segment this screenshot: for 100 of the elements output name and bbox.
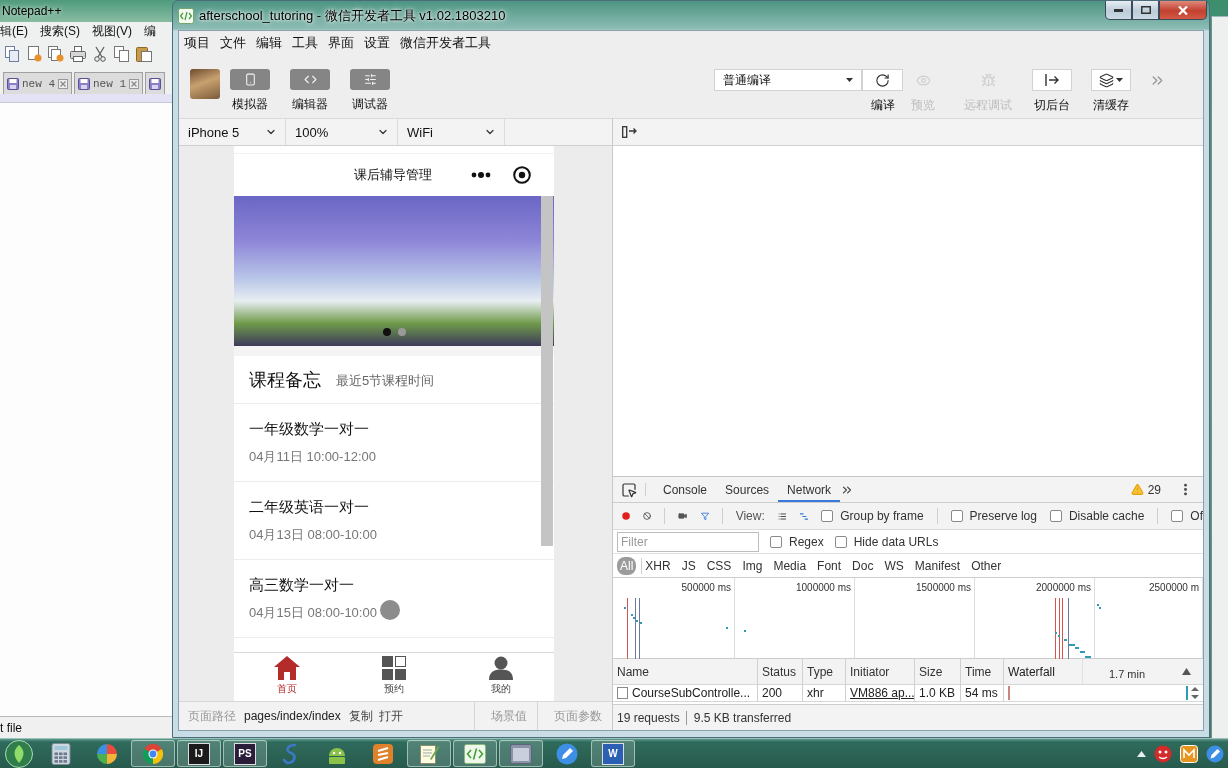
arrow-from-line-button[interactable] bbox=[1032, 69, 1072, 91]
column-header[interactable]: Waterfall bbox=[1008, 664, 1055, 679]
checkbox-option[interactable]: Regex bbox=[770, 534, 824, 549]
record-icon[interactable] bbox=[622, 509, 631, 523]
type-filter[interactable]: Manifest bbox=[911, 556, 964, 575]
column-header[interactable]: Initiator bbox=[845, 659, 914, 684]
menu-item[interactable]: 设置 bbox=[359, 34, 395, 52]
device-select[interactable]: 100% bbox=[286, 119, 398, 145]
type-filter[interactable]: Media bbox=[770, 556, 810, 575]
avatar-placeholder[interactable] bbox=[190, 69, 220, 99]
type-filter[interactable]: Doc bbox=[849, 556, 877, 575]
menu-item[interactable]: 搜索(S) bbox=[40, 22, 80, 40]
checkbox[interactable] bbox=[834, 535, 847, 548]
menu-item[interactable]: 编 bbox=[144, 22, 156, 40]
tab-bar-item[interactable]: 预约 bbox=[340, 653, 448, 701]
circle-dot-icon[interactable] bbox=[513, 166, 531, 184]
menu-item[interactable]: 文件 bbox=[215, 34, 251, 52]
table-row[interactable]: CourseSubControlle... 200 xhr VM886 ap... 1.0 KB 54 ms bbox=[613, 685, 1203, 702]
type-filter[interactable]: Img bbox=[739, 556, 766, 575]
file-close-icon[interactable] bbox=[26, 46, 42, 62]
toolbar-button[interactable] bbox=[230, 69, 270, 90]
column-header[interactable]: Name bbox=[613, 659, 757, 684]
warning-count[interactable]: 29 bbox=[1147, 482, 1161, 497]
pen-icon[interactable] bbox=[1206, 744, 1224, 763]
menu-item[interactable]: 项目 bbox=[179, 34, 215, 52]
type-filter[interactable]: CSS bbox=[703, 556, 735, 575]
devtools-tab[interactable]: Sources bbox=[716, 477, 779, 502]
checkbox[interactable] bbox=[1171, 510, 1184, 522]
files-close-icon[interactable] bbox=[48, 46, 64, 62]
maximize-button[interactable] bbox=[1132, 1, 1159, 20]
close-icon[interactable] bbox=[129, 78, 140, 89]
device-select[interactable]: iPhone 5 bbox=[179, 119, 286, 145]
taskbar-button[interactable]: PS bbox=[223, 740, 267, 767]
tab-bar-item[interactable]: 首页 bbox=[234, 653, 341, 701]
copy-icon[interactable] bbox=[114, 46, 130, 62]
checkbox-option[interactable]: Disable cache bbox=[1049, 509, 1145, 523]
taskbar-button[interactable]: W bbox=[591, 740, 635, 767]
taskbar-button[interactable] bbox=[453, 740, 497, 767]
column-header[interactable]: Size bbox=[914, 659, 960, 684]
editor-tab[interactable]: new 4 bbox=[3, 72, 72, 94]
status-link[interactable]: 打开 bbox=[378, 707, 403, 725]
checkbox[interactable] bbox=[1049, 510, 1062, 522]
toolbar-button[interactable] bbox=[350, 69, 390, 90]
type-filter[interactable]: Other bbox=[968, 556, 1005, 575]
close-button[interactable] bbox=[1159, 1, 1207, 20]
printer-icon[interactable] bbox=[70, 46, 86, 62]
swiper-dot-icon[interactable] bbox=[397, 328, 406, 336]
close-icon[interactable] bbox=[58, 78, 68, 89]
menu-item[interactable]: 微信开发者工具 bbox=[395, 34, 496, 52]
checkbox[interactable] bbox=[821, 510, 834, 522]
checkbox[interactable] bbox=[950, 510, 963, 522]
checkbox-option[interactable]: Group by frame bbox=[821, 509, 924, 523]
panel-arrow-icon[interactable] bbox=[622, 126, 637, 138]
taskbar-button[interactable] bbox=[499, 740, 543, 767]
clipboard-icon[interactable] bbox=[136, 46, 152, 62]
tray-arrow-icon[interactable] bbox=[1137, 750, 1146, 757]
initiator-link[interactable]: VM886 ap... bbox=[845, 685, 914, 701]
status-link[interactable]: 复制 bbox=[348, 707, 373, 725]
clear-icon[interactable] bbox=[643, 509, 652, 523]
taskbar-button[interactable]: IJ bbox=[177, 740, 221, 767]
type-filter[interactable]: XHR bbox=[642, 556, 674, 575]
type-filter[interactable]: JS bbox=[678, 556, 699, 575]
taskbar-button[interactable] bbox=[407, 740, 451, 767]
devtools-tab[interactable]: Console bbox=[654, 477, 717, 502]
start-icon[interactable] bbox=[5, 739, 33, 768]
waterfall-icon[interactable] bbox=[799, 510, 809, 522]
toolbar-button[interactable] bbox=[290, 69, 330, 90]
menu-item[interactable]: 界面 bbox=[323, 34, 359, 52]
refresh-button[interactable] bbox=[862, 69, 903, 91]
menu-item[interactable]: 辑(E) bbox=[0, 22, 28, 40]
scissors-icon[interactable] bbox=[92, 46, 108, 62]
column-header[interactable]: Type bbox=[802, 659, 845, 684]
sort-up-icon[interactable] bbox=[1182, 668, 1191, 675]
editor-tab[interactable]: new 1 bbox=[74, 72, 144, 94]
files-icon[interactable] bbox=[4, 46, 20, 62]
filter-input[interactable]: Filter bbox=[617, 531, 759, 552]
swiper-dot-icon[interactable] bbox=[382, 328, 391, 336]
checkbox-option[interactable]: Of bbox=[1171, 509, 1203, 523]
more-dots-icon[interactable] bbox=[471, 172, 491, 178]
face-icon[interactable] bbox=[1154, 744, 1172, 763]
tab-bar-item[interactable]: 我的 bbox=[447, 653, 554, 701]
column-header[interactable]: Time bbox=[960, 659, 1003, 684]
compile-mode-select[interactable]: 普通编译 bbox=[714, 69, 862, 91]
checkbox-option[interactable]: Preserve log bbox=[950, 509, 1037, 523]
taskbar-button[interactable] bbox=[131, 740, 175, 767]
menu-item[interactable]: 编辑 bbox=[251, 34, 287, 52]
scroll-arrows-icon[interactable] bbox=[1191, 686, 1199, 700]
type-filter[interactable]: Font bbox=[814, 556, 845, 575]
menu-item[interactable]: 视图(V) bbox=[92, 22, 132, 40]
column-header[interactable]: Status bbox=[757, 659, 802, 684]
minimize-button[interactable] bbox=[1105, 1, 1132, 20]
checkbox[interactable] bbox=[770, 535, 782, 548]
inspect-icon[interactable] bbox=[621, 481, 637, 498]
app-tile-icon[interactable] bbox=[1180, 744, 1198, 763]
editor-tab[interactable] bbox=[145, 72, 166, 94]
menu-item[interactable]: 工具 bbox=[287, 34, 323, 52]
type-filter[interactable]: WS bbox=[881, 556, 907, 575]
device-select[interactable]: WiFi bbox=[398, 119, 505, 145]
layers-button[interactable] bbox=[1091, 69, 1131, 91]
checkbox-option[interactable]: Hide data URLs bbox=[834, 534, 939, 549]
